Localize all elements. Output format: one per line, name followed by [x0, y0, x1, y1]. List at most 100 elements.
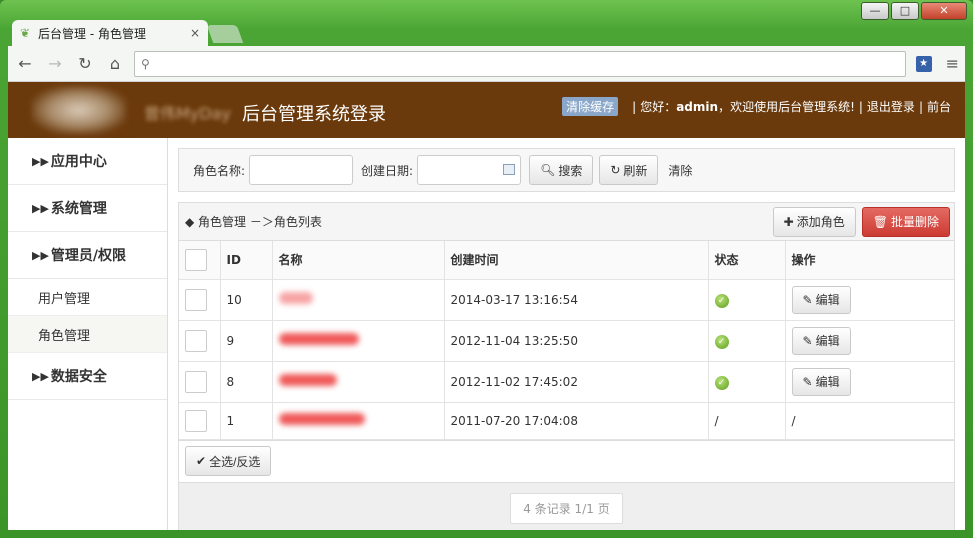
forward-arrow-icon[interactable]: → [44, 53, 66, 75]
edit-button[interactable]: ✎ 编辑 [791, 326, 851, 355]
panel-footer: ✔ 全选/反选 [179, 439, 954, 482]
back-arrow-icon[interactable]: ← [14, 53, 36, 75]
calendar-icon[interactable] [503, 164, 516, 175]
edit-icon: ✎ [802, 292, 813, 307]
window-controls: — □ ✕ [861, 2, 967, 20]
row-created: 2014-03-17 13:16:54 [444, 279, 709, 321]
table-row: 10 2014-03-17 13:16:54 ✓ ✎ 编辑 [179, 279, 954, 321]
pagination-info: 4 条记录 1/1 页 [510, 492, 623, 524]
row-checkbox[interactable] [185, 370, 207, 393]
edit-button[interactable]: ✎ 编辑 [791, 367, 851, 396]
role-table: ID 名称 创建时间 状态 操作 10 2014-03-17 13:16:54 … [179, 241, 954, 440]
row-name [272, 279, 445, 321]
row-id: 9 [220, 320, 273, 362]
table-row: 1 2011-07-20 17:04:08 / / [179, 402, 954, 440]
new-tab-button[interactable] [206, 25, 244, 43]
edit-label: 编辑 [815, 334, 840, 348]
home-icon[interactable]: ⌂ [104, 53, 126, 75]
greeting-suffix: ，欢迎使用后台管理系统! [718, 100, 855, 114]
refresh-button-label: 刷新 [623, 163, 648, 178]
refresh-button[interactable]: ↻ 刷新 [599, 155, 659, 185]
table-row: 9 2012-11-04 13:25:50 ✓ ✎ 编辑 [179, 320, 954, 362]
double-arrow-icon: ▶▶ [32, 154, 49, 168]
redacted-name [278, 292, 313, 304]
sidebar-item-data-security[interactable]: ▶▶ 数据安全 [8, 353, 167, 400]
redacted-name [278, 333, 359, 345]
row-checkbox[interactable] [185, 288, 207, 311]
edit-button[interactable]: ✎ 编辑 [791, 285, 851, 314]
row-actions: ✎ 编辑 [785, 279, 954, 321]
greeting-prefix: 您好： [640, 100, 677, 114]
role-name-label: 角色名称: [193, 163, 246, 178]
select-all-checkbox[interactable] [185, 248, 207, 271]
table-header-row: ID 名称 创建时间 状态 操作 [179, 241, 954, 280]
search-button[interactable]: 🔍︎ 搜索 [529, 155, 594, 185]
created-date-label: 创建日期: [361, 163, 414, 178]
role-name-input[interactable] [249, 155, 354, 185]
checkmark-icon: ✔ [196, 454, 207, 468]
sidebar-item-users[interactable]: 用户管理 [8, 279, 167, 316]
row-name [272, 320, 445, 362]
row-checkbox[interactable] [185, 409, 207, 432]
role-list-panel: ◆ 角色管理 －＞角色列表 ✚ 添加角色 🗑︎ 批量删除 ID 名称 创建时间 … [178, 202, 955, 530]
clear-link[interactable]: 清除 [668, 162, 692, 179]
refresh-icon: ↻ [610, 163, 621, 177]
logout-link[interactable]: 退出登录 [867, 98, 915, 115]
menu-icon[interactable]: ≡ [946, 54, 959, 73]
double-arrow-icon: ▶▶ [32, 248, 49, 262]
column-header-id: ID [220, 241, 273, 280]
breadcrumb: ◆ 角色管理 －＞角色列表 [185, 215, 322, 229]
address-bar[interactable]: ⚲ [134, 50, 906, 77]
search-button-label: 搜索 [558, 163, 583, 178]
browser-tab[interactable]: ❦ 后台管理 - 角色管理 × [12, 20, 208, 46]
sidebar-item-system[interactable]: ▶▶ 系统管理 [8, 185, 167, 232]
batch-delete-button[interactable]: 🗑︎ 批量删除 [861, 206, 950, 237]
tab-close-icon[interactable]: × [190, 26, 200, 40]
edit-label: 编辑 [815, 293, 840, 307]
row-name [272, 361, 445, 403]
leaf-favicon-icon: ❦ [20, 26, 31, 40]
separator: | [632, 99, 637, 114]
minimize-button[interactable]: — [861, 2, 889, 20]
browser-window: — □ ✕ ❦ 后台管理 - 角色管理 × ← → ↻ ⌂ ⚲ ★ ≡ 曾伟My… [0, 0, 973, 538]
reload-icon[interactable]: ↻ [74, 53, 96, 75]
check-circle-icon: ✓ [714, 375, 729, 390]
row-actions: ✎ 编辑 [785, 320, 954, 362]
sidebar-item-label: 系统管理 [50, 201, 107, 217]
select-all-button[interactable]: ✔ 全选/反选 [185, 446, 272, 476]
close-window-button[interactable]: ✕ [921, 2, 967, 20]
clear-cache-button[interactable]: 清除缓存 [562, 97, 619, 116]
column-header-status: 状态 [708, 241, 786, 280]
site-header: 曾伟MyDay 后台管理系统登录 清除缓存 | 您好： admin ，欢迎使用后… [8, 82, 965, 138]
address-input[interactable] [155, 53, 905, 74]
maximize-button[interactable]: □ [891, 2, 919, 20]
separator: | [918, 99, 923, 114]
row-checkbox[interactable] [185, 329, 207, 352]
column-header-actions: 操作 [785, 241, 954, 280]
date-picker [417, 155, 522, 185]
bookmark-star-icon[interactable]: ★ [915, 55, 932, 72]
edit-icon: ✎ [802, 374, 813, 389]
double-arrow-icon: ▶▶ [32, 369, 49, 383]
sidebar-item-app-center[interactable]: ▶▶ 应用中心 [8, 138, 167, 185]
sidebar-item-admin[interactable]: ▶▶ 管理员/权限 [8, 232, 167, 279]
front-link[interactable]: 前台 [927, 98, 951, 115]
sidebar: ▶▶ 应用中心 ▶▶ 系统管理 ▶▶ 管理员/权限 用户管理 角色管理 ▶▶ 数… [8, 138, 168, 530]
row-status: ✓ [708, 320, 786, 362]
username: admin [676, 99, 719, 114]
edit-icon: ✎ [802, 333, 813, 348]
sidebar-item-label: 管理员/权限 [50, 248, 127, 264]
row-created: 2012-11-02 17:45:02 [444, 361, 709, 403]
check-circle-icon: ✓ [714, 334, 729, 349]
row-actions: / [785, 402, 954, 440]
sidebar-item-roles[interactable]: 角色管理 [8, 316, 167, 353]
row-created: 2011-07-20 17:04:08 [444, 402, 709, 440]
table-row: 8 2012-11-02 17:45:02 ✓ ✎ 编辑 [179, 361, 954, 403]
separator: | [858, 99, 863, 114]
select-all-label: 全选/反选 [209, 454, 261, 469]
add-role-button[interactable]: ✚ 添加角色 [772, 206, 856, 237]
row-status: ✓ [708, 279, 786, 321]
trash-icon: 🗑︎ [872, 214, 888, 229]
tab-title: 后台管理 - 角色管理 [38, 26, 146, 41]
row-actions: ✎ 编辑 [785, 361, 954, 403]
